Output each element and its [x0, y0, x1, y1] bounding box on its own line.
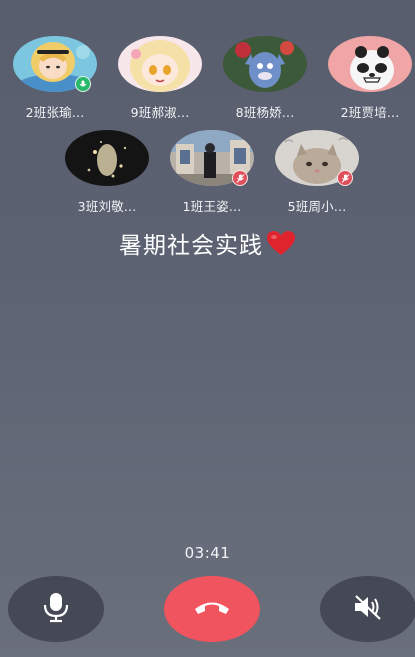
- participant-tile[interactable]: 2班贾培...: [322, 36, 415, 121]
- avatar: [65, 130, 149, 186]
- participant-name: 3班刘敬...: [77, 199, 137, 214]
- participant-name: 8班杨娇...: [235, 105, 295, 120]
- speaker-muted-icon: [352, 593, 384, 625]
- avatar: [328, 36, 412, 92]
- participant-name: 9班郝淑...: [130, 105, 190, 120]
- heart-icon: [266, 230, 296, 256]
- participant-name: 2班张瑜...: [25, 105, 85, 120]
- participant-name: 1班王姿...: [182, 199, 242, 214]
- participant-tile[interactable]: 8班杨娇...: [217, 36, 313, 121]
- avatar: [170, 130, 254, 186]
- avatar: [275, 130, 359, 186]
- participant-tile[interactable]: 2班张瑜...: [7, 36, 103, 121]
- mic-off-icon: [232, 170, 248, 186]
- avatar: [13, 36, 97, 92]
- mic-off-icon: [337, 170, 353, 186]
- avatar: [118, 36, 202, 92]
- participant-tile[interactable]: 9班郝淑...: [112, 36, 208, 121]
- call-duration: 03:41: [184, 544, 231, 562]
- avatar: [223, 36, 307, 92]
- call-title: 暑期社会实践: [0, 226, 415, 260]
- participant-tile[interactable]: 5班周小...: [269, 130, 365, 215]
- participant-tile[interactable]: 1班王姿...: [164, 130, 260, 215]
- hang-up-button[interactable]: [164, 576, 260, 642]
- phone-hangup-icon: [193, 598, 231, 620]
- speaker-toggle-button[interactable]: [320, 576, 415, 642]
- participant-name: 2班贾培...: [340, 105, 400, 120]
- call-title-text: 暑期社会实践: [119, 233, 263, 259]
- participant-tile[interactable]: 3班刘敬...: [59, 130, 155, 215]
- mute-mic-button[interactable]: [8, 576, 104, 642]
- microphone-icon: [41, 591, 71, 627]
- participant-name: 5班周小...: [287, 199, 347, 214]
- mic-on-icon: [75, 76, 91, 92]
